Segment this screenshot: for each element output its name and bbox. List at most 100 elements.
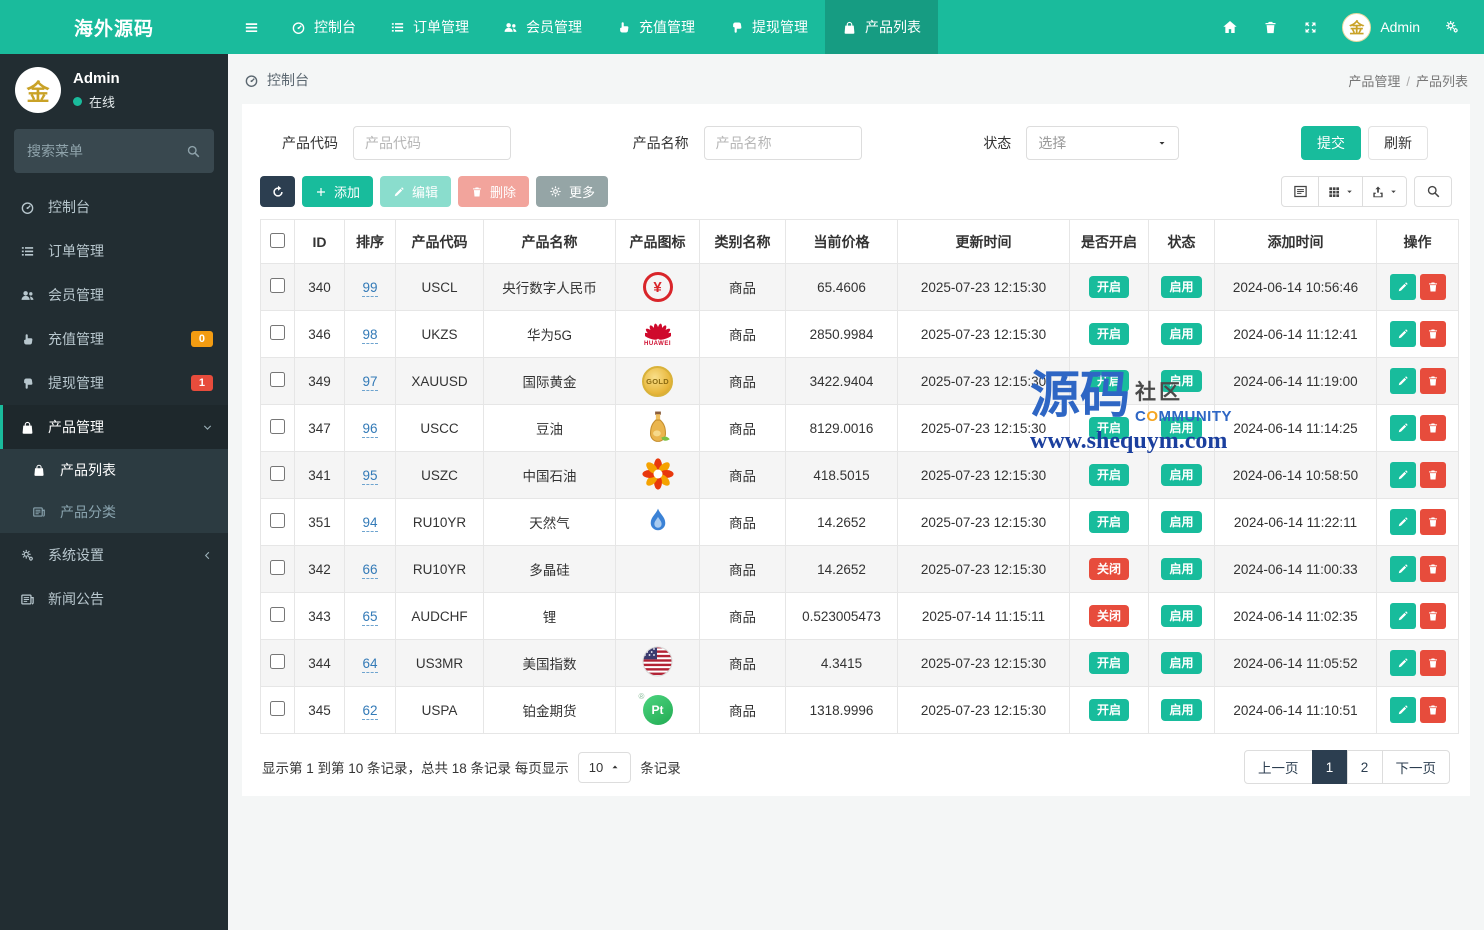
row-edit-button[interactable] (1389, 509, 1416, 535)
nav-item-recharge[interactable]: 充值管理 (599, 0, 712, 54)
edit-button[interactable]: 编辑 (380, 176, 452, 207)
sort-editable-link[interactable]: 95 (362, 467, 378, 485)
sidebar-item-news[interactable]: 新闻公告 (0, 577, 228, 621)
more-button[interactable]: 更多 (536, 176, 609, 207)
export-icon (1373, 185, 1383, 197)
sort-editable-link[interactable]: 64 (362, 655, 378, 673)
nav-item-product-list[interactable]: 产品列表 (825, 0, 938, 54)
sidebar-item-members[interactable]: 会员管理 (0, 273, 228, 317)
refresh-table-button[interactable] (260, 176, 295, 207)
row-checkbox[interactable] (270, 701, 285, 716)
row-edit-button[interactable] (1389, 556, 1416, 582)
row-edit-button[interactable] (1389, 697, 1416, 723)
platinum-icon: ® Pt (639, 692, 673, 725)
cell-id: 347 (294, 404, 345, 452)
sidebar-item-dashboard[interactable]: 控制台 (0, 185, 228, 229)
row-delete-button[interactable] (1419, 368, 1446, 394)
row-edit-button[interactable] (1389, 321, 1416, 347)
sidebar-user-status: 在线 (73, 92, 120, 111)
row-delete-button[interactable] (1419, 697, 1446, 723)
app-root: 海外源码 控制台 订单管理 会员管理 充值管理 提现管理 产品列表 金 Admin 金 A… (0, 0, 1484, 930)
brand-logo[interactable]: 海外源码 (0, 0, 228, 54)
row-checkbox[interactable] (270, 372, 285, 387)
row-checkbox[interactable] (270, 278, 285, 293)
row-delete-button[interactable] (1419, 556, 1446, 582)
sidebar-item-withdraw[interactable]: 提现管理 1 (0, 361, 228, 405)
sort-editable-link[interactable]: 65 (362, 608, 378, 626)
user-menu[interactable]: 金 Admin (1330, 12, 1432, 42)
row-edit-button[interactable] (1389, 462, 1416, 488)
trash-icon (1428, 282, 1437, 292)
row-delete-button[interactable] (1419, 462, 1446, 488)
cell-id: 340 (294, 263, 345, 311)
sidebar-item-product-manage[interactable]: 产品管理 (0, 405, 228, 449)
row-delete-button[interactable] (1419, 415, 1446, 441)
sidebar-item-system-settings[interactable]: 系统设置 (0, 533, 228, 577)
submit-button[interactable]: 提交 (1300, 126, 1361, 160)
nav-item-orders[interactable]: 订单管理 (373, 0, 486, 54)
row-edit-button[interactable] (1389, 368, 1416, 394)
export-button[interactable] (1362, 176, 1407, 207)
row-delete-button[interactable] (1419, 321, 1446, 347)
product-name-input[interactable] (703, 126, 862, 160)
nav-item-dashboard[interactable]: 控制台 (274, 0, 373, 54)
sort-editable-link[interactable]: 96 (362, 420, 378, 438)
search-icon[interactable] (186, 144, 201, 159)
sidebar-toggle-button[interactable] (228, 0, 274, 54)
sidebar-user-panel: 金 Admin 在线 (0, 54, 228, 123)
row-edit-button[interactable] (1389, 650, 1416, 676)
toggle-detail-view-button[interactable] (1281, 176, 1319, 207)
sort-editable-link[interactable]: 99 (362, 279, 378, 297)
table-search-button[interactable] (1414, 176, 1452, 207)
page-button-2[interactable]: 2 (1346, 750, 1383, 784)
sidebar-search-input[interactable] (27, 143, 186, 159)
cell-category: 商品 (699, 310, 786, 358)
refresh-button[interactable]: 刷新 (1367, 126, 1428, 160)
row-checkbox[interactable] (270, 325, 285, 340)
sidebar-item-recharge[interactable]: 充值管理 0 (0, 317, 228, 361)
sidebar-item-orders[interactable]: 订单管理 (0, 229, 228, 273)
caret-down-icon (1389, 187, 1398, 196)
columns-button[interactable] (1318, 176, 1363, 207)
product-code-input[interactable] (353, 126, 511, 160)
column-header: 类别名称 (699, 219, 786, 264)
sort-editable-link[interactable]: 97 (362, 373, 378, 391)
row-checkbox[interactable] (270, 419, 285, 434)
nav-item-members[interactable]: 会员管理 (486, 0, 599, 54)
row-checkbox[interactable] (270, 654, 285, 669)
row-edit-button[interactable] (1389, 274, 1416, 300)
delete-button[interactable]: 删除 (458, 176, 530, 207)
breadcrumb-parent[interactable]: 产品管理 (1348, 74, 1400, 89)
select-all-checkbox[interactable] (270, 232, 285, 248)
sidebar-item-product-category[interactable]: 产品分类 (0, 491, 228, 533)
cell-updated: 2025-07-23 12:15:30 (897, 404, 1070, 452)
clear-cache-button[interactable] (1250, 0, 1290, 54)
fullscreen-button[interactable] (1290, 0, 1330, 54)
row-edit-button[interactable] (1389, 415, 1416, 441)
row-checkbox[interactable] (270, 607, 285, 622)
row-delete-button[interactable] (1419, 509, 1446, 535)
sort-editable-link[interactable]: 62 (362, 702, 378, 720)
row-delete-button[interactable] (1419, 650, 1446, 676)
next-page-button[interactable]: 下一页 (1381, 750, 1450, 784)
sort-editable-link[interactable]: 94 (362, 514, 378, 532)
column-header: 当前价格 (785, 219, 898, 264)
prev-page-button[interactable]: 上一页 (1244, 750, 1313, 784)
status-select[interactable]: 选择 (1026, 126, 1180, 160)
nav-item-withdraw[interactable]: 提现管理 (712, 0, 825, 54)
row-checkbox[interactable] (270, 513, 285, 528)
add-button[interactable]: 添加 (302, 176, 374, 207)
page-size-select[interactable]: 10 (577, 751, 632, 783)
row-checkbox[interactable] (270, 560, 285, 575)
row-checkbox[interactable] (270, 466, 285, 481)
sidebar-item-product-list[interactable]: 产品列表 (0, 449, 228, 491)
page-button-1[interactable]: 1 (1311, 750, 1348, 784)
sort-editable-link[interactable]: 66 (362, 561, 378, 579)
settings-button[interactable] (1432, 0, 1472, 54)
row-delete-button[interactable] (1419, 274, 1446, 300)
row-edit-button[interactable] (1389, 603, 1416, 629)
sort-editable-link[interactable]: 98 (362, 326, 378, 344)
home-button[interactable] (1210, 0, 1250, 54)
open-state-badge: 开启 (1088, 322, 1129, 346)
row-delete-button[interactable] (1419, 603, 1446, 629)
